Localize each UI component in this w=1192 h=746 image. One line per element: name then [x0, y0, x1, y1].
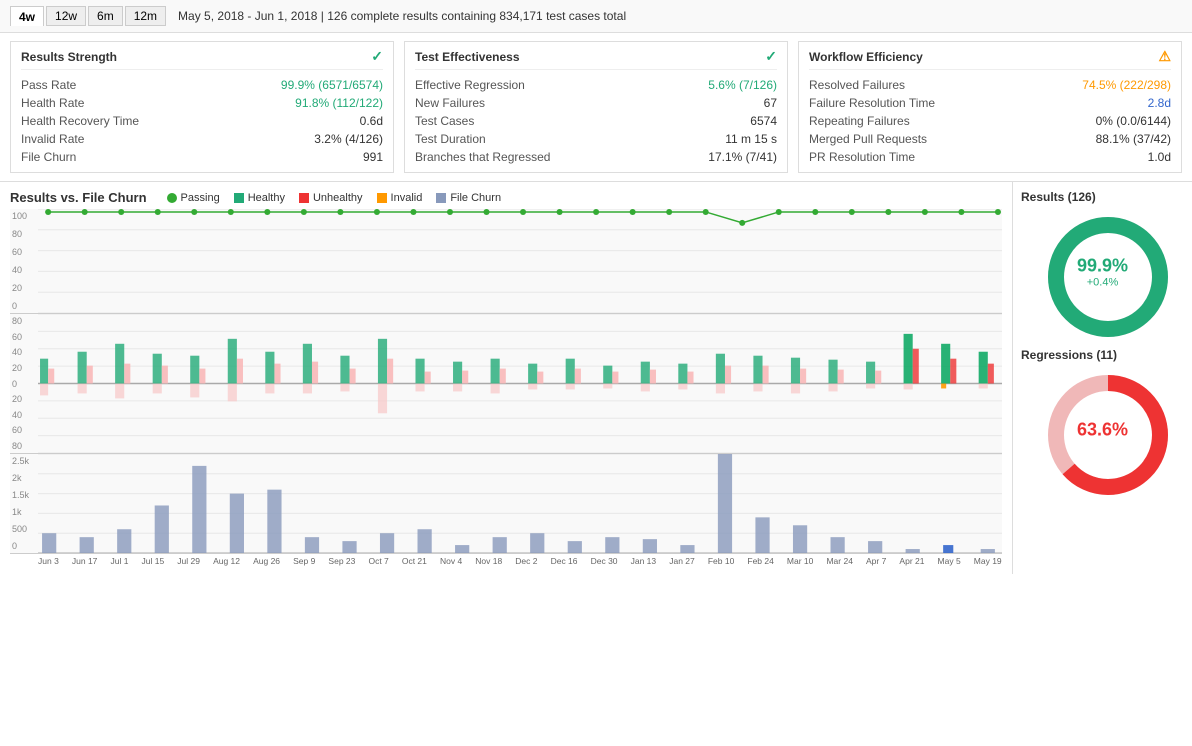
failure-resolution-value: 2.8d	[1148, 96, 1171, 110]
time-btn-6m[interactable]: 6m	[88, 6, 123, 26]
results-donut-wrap: 99.9% +0.4%	[1043, 212, 1163, 332]
invalid-sq	[377, 193, 387, 203]
health-rate-value: 91.8% (112/122)	[295, 96, 383, 110]
results-strength-title: Results Strength	[21, 50, 117, 64]
line-y-axis: 100 80 60 40 20 0	[10, 209, 38, 313]
pass-rate-value: 99.9% (6571/6574)	[281, 78, 383, 92]
repeating-failures-label: Repeating Failures	[809, 114, 910, 128]
pr-resolution-label: PR Resolution Time	[809, 150, 915, 164]
results-strength-card: Results Strength ✓ Pass Rate 99.9% (6571…	[10, 41, 394, 173]
results-donut-panel: Results (126) 99.9% +0.4%	[1021, 190, 1184, 332]
test-duration-value: 11 m 15 s	[725, 132, 777, 146]
regressions-donut-title: Regressions (11)	[1021, 348, 1117, 362]
workflow-efficiency-card: Workflow Efficiency ⚠ Resolved Failures …	[798, 41, 1182, 173]
health-recovery-value: 0.6d	[360, 114, 383, 128]
regressions-pct: 63.6%	[1077, 420, 1128, 441]
branches-regressed-value: 17.1% (7/41)	[708, 150, 777, 164]
file-churn-sq	[436, 193, 446, 203]
legend-invalid: Invalid	[377, 192, 423, 204]
date-range: May 5, 2018 - Jun 1, 2018 | 126 complete…	[178, 9, 626, 23]
new-failures-label: New Failures	[415, 96, 485, 110]
results-donut-center: 99.9% +0.4%	[1077, 256, 1128, 289]
results-donut-title: Results (126)	[1021, 190, 1096, 204]
merged-prs-value: 88.1% (37/42)	[1096, 132, 1171, 146]
results-strength-icon: ✓	[371, 48, 383, 65]
regressions-donut-center: 63.6%	[1077, 420, 1128, 441]
bar-chart-svg	[38, 314, 1002, 453]
churn-chart: 2.5k 2k 1.5k 1k 500 0	[10, 454, 1002, 554]
repeating-failures-value: 0% (0.0/6144)	[1096, 114, 1171, 128]
main-area: Results vs. File Churn Passing Healthy U…	[0, 182, 1192, 574]
results-sub: +0.4%	[1077, 277, 1128, 289]
right-panels: Results (126) 99.9% +0.4% Regressions (1…	[1012, 182, 1192, 574]
chart-area: Results vs. File Churn Passing Healthy U…	[0, 182, 1012, 574]
bar-y-axis: 80 60 40 20 0 20 40 60 80	[10, 314, 38, 453]
merged-prs-label: Merged Pull Requests	[809, 132, 927, 146]
time-btn-4w[interactable]: 4w	[10, 6, 44, 26]
top-bar: 4w 12w 6m 12m May 5, 2018 - Jun 1, 2018 …	[0, 0, 1192, 33]
unhealthy-sq	[299, 193, 309, 203]
file-churn-value: 991	[363, 150, 383, 164]
workflow-efficiency-icon: ⚠	[1158, 48, 1171, 65]
health-rate-label: Health Rate	[21, 96, 84, 110]
invalid-rate-value: 3.2% (4/126)	[314, 132, 383, 146]
eff-reg-label: Effective Regression	[415, 78, 525, 92]
bar-chart: 80 60 40 20 0 20 40 60 80	[10, 314, 1002, 454]
time-btn-12m[interactable]: 12m	[125, 6, 166, 26]
test-cases-label: Test Cases	[415, 114, 474, 128]
branches-regressed-label: Branches that Regressed	[415, 150, 550, 164]
legend-file-churn: File Churn	[436, 192, 501, 204]
test-effectiveness-card: Test Effectiveness ✓ Effective Regressio…	[404, 41, 788, 173]
failure-resolution-label: Failure Resolution Time	[809, 96, 935, 110]
regressions-donut-wrap: 63.6%	[1043, 370, 1163, 490]
x-axis-labels: Jun 3 Jun 17 Jul 1 Jul 15 Jul 29 Aug 12 …	[10, 554, 1002, 566]
line-chart-svg	[38, 209, 1002, 313]
test-duration-label: Test Duration	[415, 132, 486, 146]
time-btn-12w[interactable]: 12w	[46, 6, 86, 26]
test-effectiveness-title: Test Effectiveness	[415, 50, 520, 64]
metrics-row: Results Strength ✓ Pass Rate 99.9% (6571…	[0, 33, 1192, 182]
test-effectiveness-icon: ✓	[765, 48, 777, 65]
pass-rate-label: Pass Rate	[21, 78, 76, 92]
workflow-efficiency-title: Workflow Efficiency	[809, 50, 923, 64]
regressions-donut-panel: Regressions (11) 63.6%	[1021, 348, 1184, 490]
new-failures-value: 67	[764, 96, 777, 110]
legend-healthy: Healthy	[234, 192, 285, 204]
churn-chart-svg	[38, 454, 1002, 553]
resolved-failures-value: 74.5% (222/298)	[1082, 78, 1171, 92]
time-buttons: 4w 12w 6m 12m	[10, 6, 166, 26]
eff-reg-value: 5.6% (7/126)	[708, 78, 777, 92]
legend-passing: Passing	[167, 192, 220, 204]
health-recovery-label: Health Recovery Time	[21, 114, 139, 128]
chart-title-row: Results vs. File Churn Passing Healthy U…	[10, 190, 1002, 205]
file-churn-label: File Churn	[21, 150, 76, 164]
results-pct: 99.9%	[1077, 256, 1128, 277]
chart-title: Results vs. File Churn	[10, 190, 147, 205]
pr-resolution-value: 1.0d	[1148, 150, 1171, 164]
resolved-failures-label: Resolved Failures	[809, 78, 905, 92]
passing-dot	[167, 193, 177, 203]
healthy-sq	[234, 193, 244, 203]
churn-y-axis: 2.5k 2k 1.5k 1k 500 0	[10, 454, 38, 553]
invalid-rate-label: Invalid Rate	[21, 132, 84, 146]
legend-unhealthy: Unhealthy	[299, 192, 363, 204]
chart-legend: Passing Healthy Unhealthy Invalid File C…	[167, 192, 502, 204]
line-chart: 100 80 60 40 20 0	[10, 209, 1002, 314]
test-cases-value: 6574	[750, 114, 777, 128]
